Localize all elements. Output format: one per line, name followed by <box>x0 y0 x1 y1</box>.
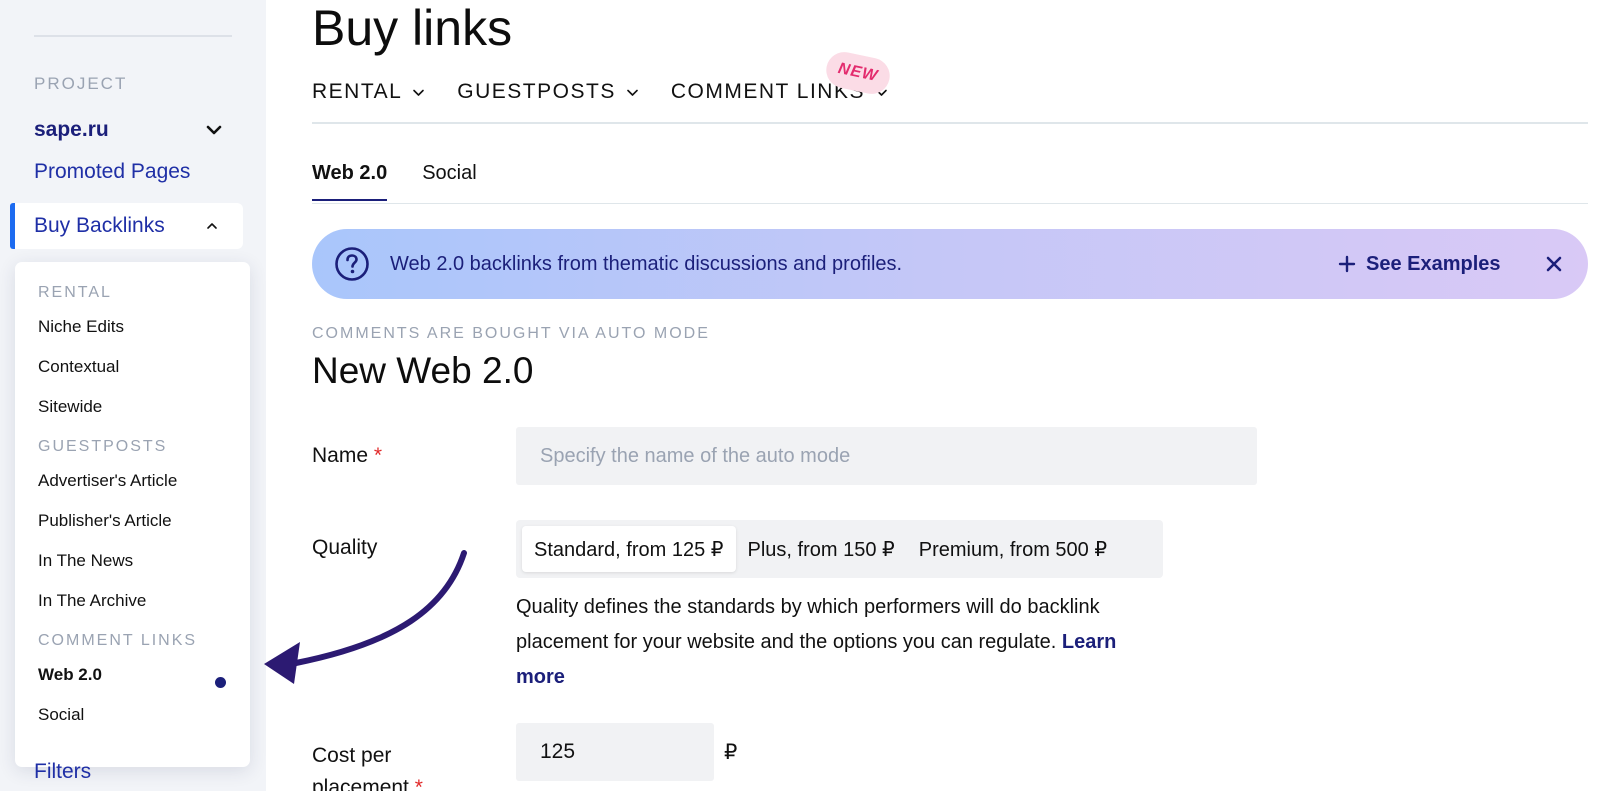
cost-input[interactable] <box>516 723 714 781</box>
currency-symbol: ₽ <box>724 741 738 764</box>
close-icon[interactable] <box>1544 254 1564 274</box>
annotation-arrow-icon <box>264 550 467 684</box>
chevron-up-icon <box>207 223 217 229</box>
menu-item-niche-edits[interactable]: Niche Edits <box>38 317 124 337</box>
menu-item-in-the-news[interactable]: In The News <box>38 551 133 571</box>
form-title: New Web 2.0 <box>312 350 534 391</box>
sidebar-item-filters[interactable]: Filters <box>34 760 91 784</box>
chevron-down-icon <box>413 89 425 96</box>
name-label: Name * <box>312 444 382 468</box>
menu-item-advertisers-article[interactable]: Advertiser's Article <box>38 471 177 491</box>
see-examples-label: See Examples <box>1366 252 1501 275</box>
buy-backlinks-menu: RENTAL Niche Edits Contextual Sitewide G… <box>15 262 250 767</box>
cost-label: Cost per placement * <box>312 740 423 791</box>
chevron-down-icon <box>206 125 222 135</box>
menu-item-sitewide[interactable]: Sitewide <box>38 397 102 417</box>
required-mark: * <box>373 444 383 467</box>
menu-section-rental: RENTAL <box>38 284 112 301</box>
cost-label-line2: placement * <box>312 776 423 791</box>
auto-mode-label: COMMENTS ARE BOUGHT VIA AUTO MODE <box>312 325 710 342</box>
menu-section-guestposts: GUESTPOSTS <box>38 438 168 455</box>
menu-section-comment-links: COMMENT LINKS <box>38 632 198 649</box>
sidebar-item-label: Buy Backlinks <box>34 214 165 237</box>
tabs-divider <box>312 203 1588 204</box>
see-examples-button[interactable]: See Examples <box>1338 229 1501 299</box>
cost-label-line1: Cost per <box>312 744 392 767</box>
subtabs: Web 2.0 Social <box>312 162 512 201</box>
top-nav: RENTAL GUESTPOSTS COMMENT LINKS <box>312 80 920 104</box>
name-input[interactable] <box>516 427 1257 485</box>
name-label-text: Name <box>312 444 369 467</box>
tab-web-2-0[interactable]: Web 2.0 <box>312 162 388 201</box>
active-indicator-dot <box>215 677 226 688</box>
sidebar-item-promoted-pages[interactable]: Promoted Pages <box>34 160 190 184</box>
menu-item-in-the-archive[interactable]: In The Archive <box>38 591 146 611</box>
question-circle-icon <box>335 247 369 281</box>
quality-selector: Standard, from 125 ₽ Plus, from 150 ₽ Pr… <box>516 520 1163 578</box>
project-name: sape.ru <box>34 118 109 141</box>
project-select[interactable]: sape.ru <box>34 116 224 144</box>
tab-social[interactable]: Social <box>422 162 476 201</box>
nav-rental[interactable]: RENTAL <box>312 80 425 104</box>
sidebar-divider <box>34 35 232 37</box>
plus-icon <box>1338 255 1356 273</box>
menu-item-web-2-0[interactable]: Web 2.0 <box>38 665 102 685</box>
page-title: Buy links <box>312 0 513 56</box>
sidebar: PROJECT sape.ru Promoted Pages Buy Backl… <box>0 0 266 791</box>
banner-text: Web 2.0 backlinks from thematic discussi… <box>390 252 903 275</box>
nav-guestposts-label: GUESTPOSTS <box>457 80 616 103</box>
quality-help: Quality defines the standards by which p… <box>516 590 1146 695</box>
nav-rental-label: RENTAL <box>312 80 403 103</box>
nav-divider <box>312 122 1588 124</box>
quality-help-text: Quality defines the standards by which p… <box>516 596 1100 653</box>
quality-option-standard[interactable]: Standard, from 125 ₽ <box>522 526 736 572</box>
menu-item-publishers-article[interactable]: Publisher's Article <box>38 511 172 531</box>
quality-option-plus[interactable]: Plus, from 150 ₽ <box>736 526 907 572</box>
quality-option-premium[interactable]: Premium, from 500 ₽ <box>907 526 1119 572</box>
sidebar-item-buy-backlinks[interactable]: Buy Backlinks <box>10 203 243 249</box>
menu-item-social[interactable]: Social <box>38 705 84 725</box>
nav-guestposts[interactable]: GUESTPOSTS <box>457 80 639 104</box>
menu-item-contextual[interactable]: Contextual <box>38 357 119 377</box>
project-label: PROJECT <box>34 74 128 93</box>
chevron-down-icon <box>627 89 638 96</box>
info-banner: Web 2.0 backlinks from thematic discussi… <box>312 229 1588 299</box>
